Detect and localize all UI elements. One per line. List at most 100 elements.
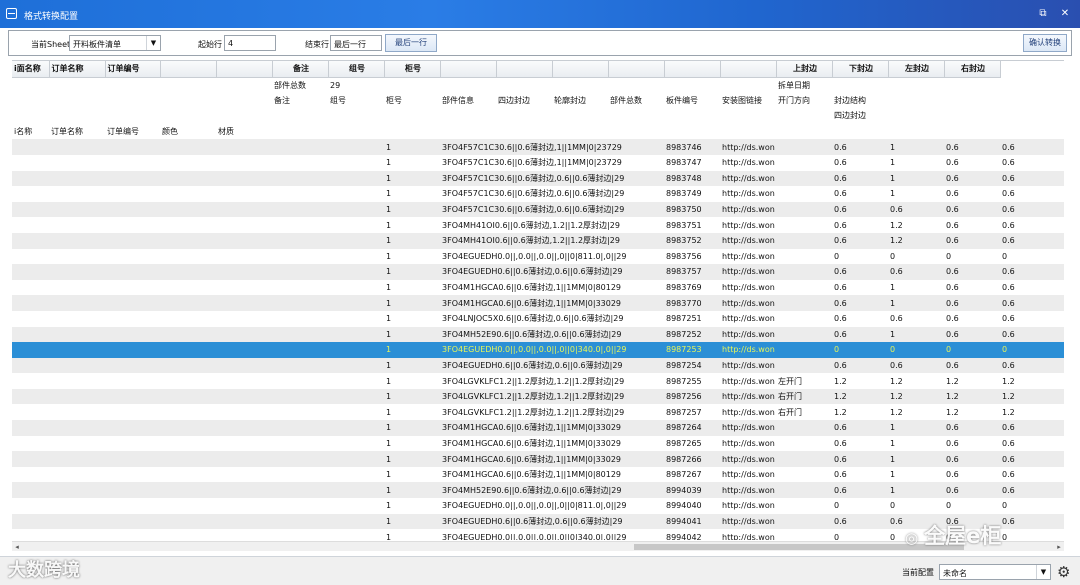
part-info-cell: 3FO4M1HGCA0.6||0.6薄封边,1||1MM|0|80129 [442,470,622,480]
info-cell [496,77,552,93]
table-row[interactable]: 1 3FO4M1HGCA0.6||0.6薄封边,1||1MM|0|33029 898… [12,451,1064,467]
table-row[interactable]: 1 3FO4EGUEDH0.0||,0.0||,0.0||,0||0|811.0|… [12,249,1064,265]
cabinet-cell: 1 [384,201,440,218]
column-header[interactable]: 订单编号 [105,61,161,78]
drawing-link-cell: http://ds.won [722,251,775,261]
table-row[interactable]: 1 3FO4F57C1C30.6||0.6薄封边,0.6||0.6薄封边|29 89… [12,201,1064,218]
column-header[interactable] [608,61,665,78]
edge-top-cell: 0.6 [832,357,888,374]
door-direction-cell [776,201,832,218]
info-cell [272,108,328,124]
end-row-input[interactable]: 最后一行 [330,35,382,51]
drawing-link-cell: http://ds.won [720,342,776,358]
info-cell [496,108,552,124]
edge-top-cell: 0 [832,342,888,358]
table-row[interactable]: 1 3FO4F57C1C30.6||0.6薄封边,1||1MM|0|23729 89… [12,155,1064,171]
edge-left-cell: 0.6 [944,420,1000,436]
edge-right-cell: 0.6 [1002,189,1015,199]
table-row[interactable]: 1 3FO4MH52E90.6||0.6薄封边,0.6||0.6薄封边|29 898… [12,326,1064,343]
edge-left-cell: 0.6 [944,482,1000,499]
column-header[interactable] [664,61,721,78]
edge-right-cell: 0.6 [1002,314,1015,324]
scroll-right-icon[interactable]: ▸ [1054,542,1064,552]
edge-top-cell: 0.6 [834,220,847,230]
column-header[interactable] [552,61,609,78]
restore-button[interactable]: ⧉ [1036,7,1050,21]
config-select[interactable]: 未命名 ▼ [939,564,1051,580]
table-row[interactable]: 1 3FO4F57C1C30.6||0.6薄封边,0.6||0.6薄封边|29 89… [12,186,1064,202]
table-row[interactable]: 1 3FO4M1HGCA0.6||0.6薄封边,1||1MM|0|33029 898… [12,295,1064,311]
column-header[interactable]: 组号 [328,61,385,78]
edge-left-cell: 0.6 [946,220,959,230]
drawing-link-cell: http://ds.won [720,388,776,405]
column-header[interactable]: 下封边 [832,61,889,78]
door-direction-cell [776,498,832,514]
column-header[interactable]: 备注 [272,61,329,78]
table-row[interactable]: 1 3FO4M1HGCA0.6||0.6薄封边,1||1MM|0|80129 898… [12,467,1064,483]
edge-left-cell: 0 [946,251,952,261]
door-direction-cell [776,186,832,202]
column-header[interactable]: 柜号 [384,61,441,78]
drawing-link-cell: http://ds.won [722,438,775,448]
table-row[interactable]: 1 3FO4F57C1C30.6||0.6薄封边,1||1MM|0|23729 89… [12,139,1064,155]
info-cell [49,92,105,109]
table-row[interactable]: 1 3FO4LGVKLFC1.2||1.2厚封边,1.2||1.2厚封边|29 89… [12,388,1064,405]
board-id-cell: 8983749 [666,189,702,199]
end-row-label: 结束行 [305,40,329,49]
info-cell [664,108,720,124]
edge-right-cell: 0.6 [1000,295,1064,311]
table-row[interactable]: 1 3FO4MH41OI0.6||0.6薄封边,1.2||1.2厚封边|29 898… [12,232,1064,249]
table-row[interactable]: 1 3FO4M1HGCA0.6||0.6薄封边,1||1MM|0|33029 898… [12,436,1064,452]
table-row[interactable]: 1 3FO4LGVKLFC1.2||1.2厚封边,1.2||1.2厚封边|29 89… [12,404,1064,420]
edge-top-cell: 0.6 [832,170,888,187]
edge-top-cell: 0.6 [832,420,888,436]
confirm-convert-button[interactable]: 确认转换 [1023,34,1067,52]
scroll-left-icon[interactable]: ◂ [12,542,22,552]
table-row[interactable]: 1 3FO4EGUEDH0.0||,0.0||,0.0||,0||0|340.0|… [12,342,1064,358]
column-header[interactable]: 上封边 [776,61,833,78]
table-row[interactable]: 1 3FO4M1HGCA0.6||0.6薄封边,1||1MM|0|80129 898… [12,280,1064,296]
edge-top-cell: 0.6 [834,470,847,480]
door-direction-cell [776,232,832,249]
edge-left-cell: 0.6 [944,451,1000,467]
drawing-link-cell: http://ds.won [720,482,776,499]
column-header[interactable] [160,61,217,78]
chevron-down-icon: ▼ [1036,565,1050,579]
table-row[interactable]: 1 3FO4LGVKLFC1.2||1.2厚封边,1.2||1.2厚封边|29 89… [12,373,1064,389]
sheet-select[interactable]: 开料板件清单 ▼ [69,35,161,51]
data-grid[interactable]: i面名称 订单名称 订单编号 备注 组号 柜号 上封边 下封边 左封边 右封边 部件总数 29 拆单日… [12,60,1064,540]
column-header[interactable] [720,61,777,78]
part-info-cell: 3FO4M1HGCA0.6||0.6薄封边,1||1MM|0|33029 [440,451,664,467]
last-row-button[interactable]: 最后一行 [385,34,437,52]
drawing-link-cell: http://ds.won [720,264,776,280]
edge-left-cell: 0.6 [944,139,1000,155]
wechat-icon: ◎ [905,529,919,547]
info-cell [384,123,440,140]
table-row[interactable]: 1 3FO4M1HGCA0.6||0.6薄封边,1||1MM|0|33029 898… [12,420,1064,436]
column-header[interactable] [496,61,553,78]
column-header[interactable] [216,61,273,78]
column-header[interactable] [440,61,497,78]
edge-right-cell: 0.6 [1000,201,1064,218]
info-cell: 订单名称 [49,123,105,140]
table-row[interactable]: 1 3FO4MH52E90.6||0.6薄封边,0.6||0.6薄封边|29 899… [12,482,1064,499]
table-row[interactable]: 1 3FO4EGUEDH0.0||,0.0||,0.0||,0||0|811.0|… [12,498,1064,514]
column-header[interactable]: 左封边 [888,61,945,78]
info-cell [272,123,328,140]
cabinet-cell: 1 [384,342,440,358]
table-row[interactable]: 1 3FO4F57C1C30.6||0.6薄封边,0.6||0.6薄封边|29 89… [12,170,1064,187]
column-header[interactable]: 订单名称 [49,61,106,78]
table-row[interactable]: 1 3FO4MH41OI0.6||0.6薄封边,1.2||1.2厚封边|29 898… [12,217,1064,233]
drawing-link-cell: http://ds.won [720,513,776,530]
info-cell [160,108,216,124]
empty-cell [12,326,384,343]
table-row[interactable]: 1 3FO4EGUEDH0.6||0.6薄封边,0.6||0.6薄封边|29 898… [12,357,1064,374]
gear-icon[interactable]: ⚙ [1057,563,1070,581]
column-header[interactable]: i面名称 [12,61,50,78]
close-button[interactable]: ✕ [1058,7,1072,21]
table-row[interactable]: 1 3FO4EGUEDH0.6||0.6薄封边,0.6||0.6薄封边|29 898… [12,264,1064,280]
table-row[interactable]: 1 3FO4LNJOC5X0.6||0.6薄封边,0.6||0.6薄封边|29 89… [12,311,1064,327]
column-header[interactable]: 右封边 [944,61,1001,78]
door-direction-cell [776,280,832,296]
start-row-input[interactable]: 4 [224,35,276,51]
